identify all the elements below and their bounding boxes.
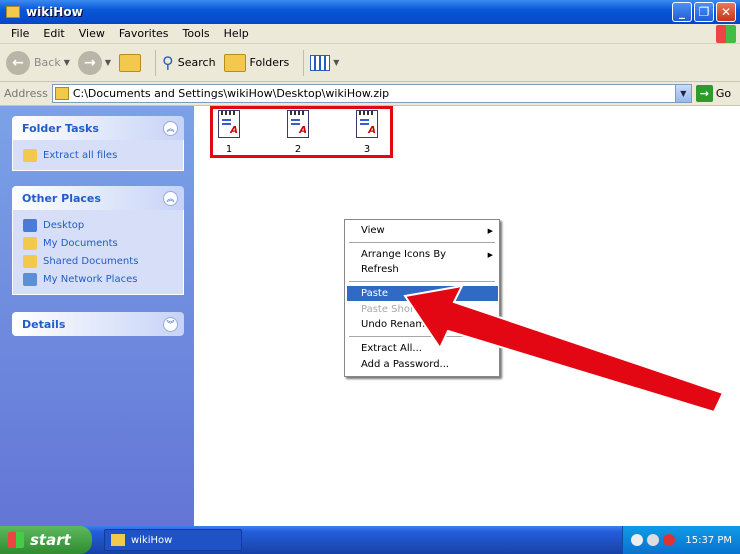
start-button[interactable]: start [0, 526, 92, 554]
taskbar: start wikiHow 15:37 PM [0, 526, 740, 554]
taskbar-item-label: wikiHow [131, 534, 173, 546]
folder-icon [111, 534, 125, 546]
taskbar-item-wikihow[interactable]: wikiHow [104, 529, 242, 551]
start-label: start [30, 531, 71, 549]
tray-network-icon[interactable] [631, 534, 644, 546]
clock[interactable]: 15:37 PM [685, 535, 732, 546]
tray-security-icon[interactable] [663, 534, 676, 546]
annotation-arrow [403, 284, 725, 414]
windows-logo-icon [8, 532, 24, 548]
tray-volume-icon[interactable] [647, 534, 660, 546]
system-tray: 15:37 PM [622, 526, 740, 554]
